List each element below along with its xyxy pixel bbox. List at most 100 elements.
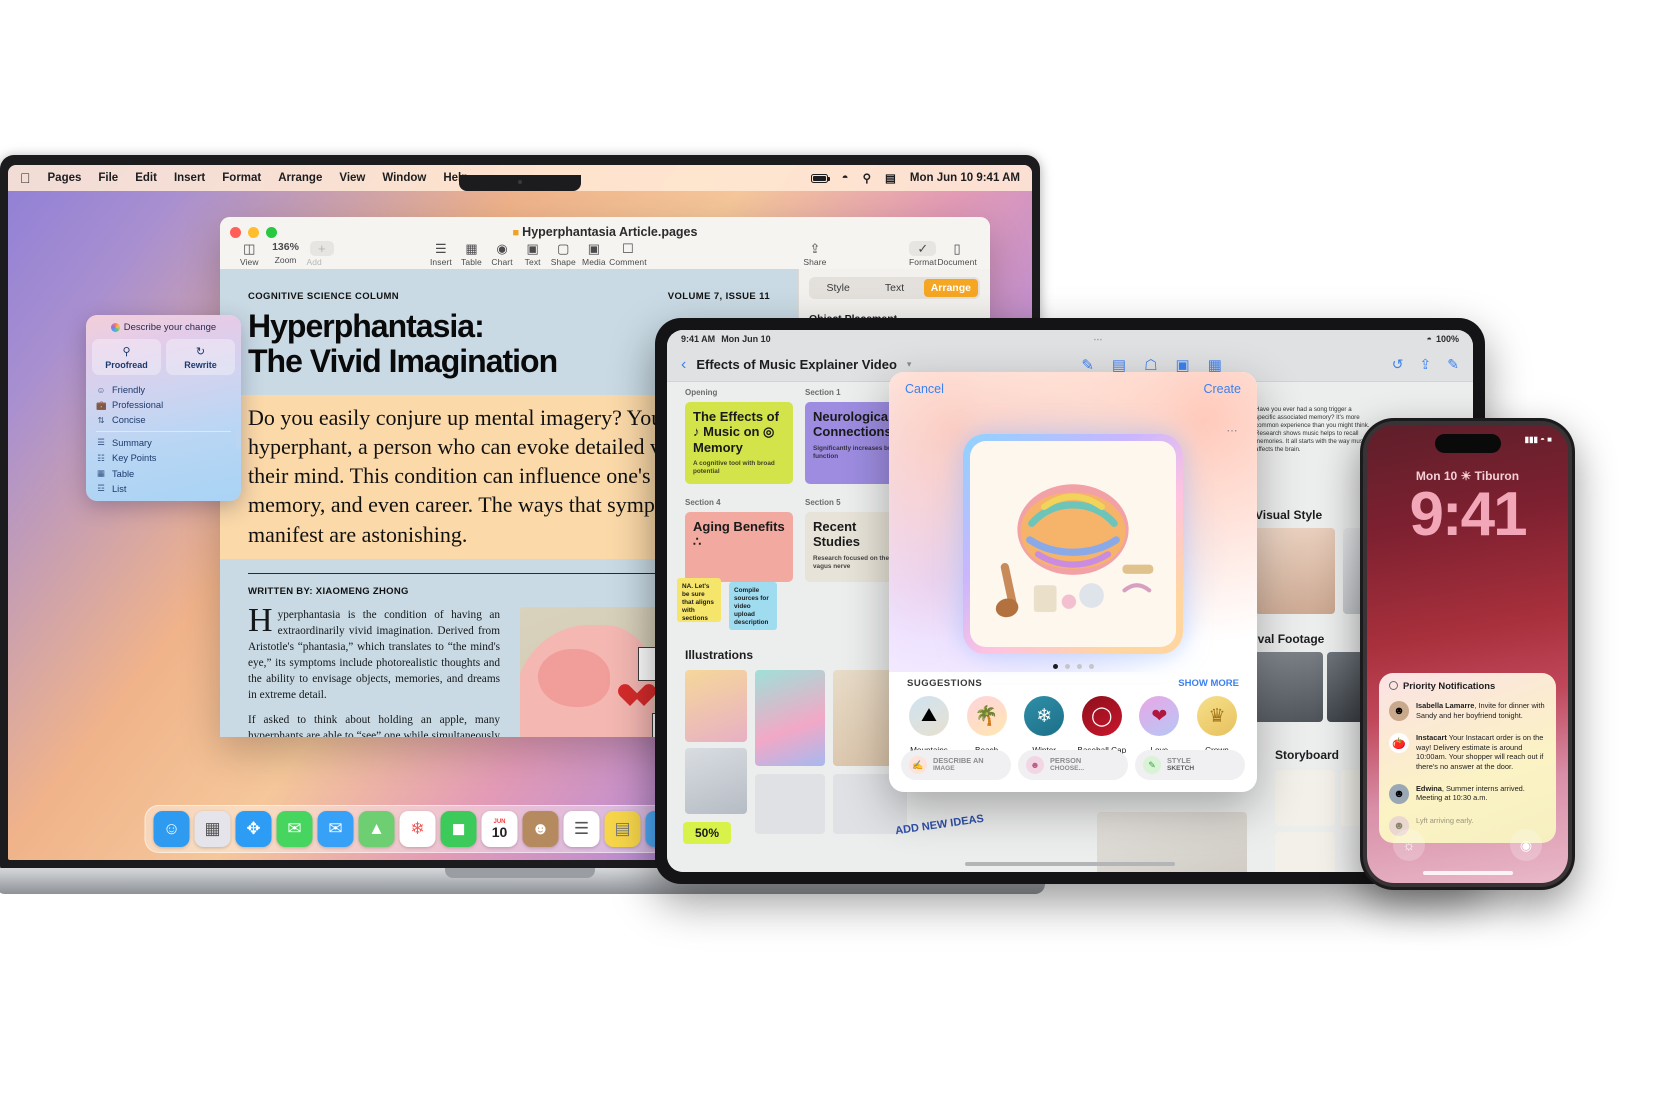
suggestion-winter[interactable]: ❄ Winter — [1016, 696, 1072, 758]
pages-toolbar[interactable]: ◫ View 136% Zoom + Add Page — [220, 241, 990, 278]
playground-option-pills[interactable]: ✍ DESCRIBE AN IMAGE ☻ PERSON CHOOSE... ✎… — [901, 750, 1245, 780]
ipad-zoom-pill[interactable]: 50% — [683, 822, 732, 844]
menu-format[interactable]: Format — [222, 172, 261, 184]
chevron-left-icon[interactable]: ‹ — [681, 356, 686, 373]
pen-icon[interactable]: ✎ — [1081, 356, 1094, 374]
toolbar-view-button[interactable]: ◫ View — [234, 241, 265, 268]
control-center-icon[interactable]: ▤ — [885, 171, 896, 185]
writing-tools-item-friendly[interactable]: ☺ Friendly — [86, 383, 241, 397]
board-thumb-visual-1[interactable] — [1255, 528, 1335, 614]
priority-notifications-stack[interactable]: Priority Notifications ☻ Isabella Lamarr… — [1379, 673, 1556, 843]
notification-row[interactable]: ☻ Edwina, Summer interns arrived. Meetin… — [1379, 779, 1556, 811]
tab-style[interactable]: Style — [811, 279, 865, 297]
ipad-tool-cluster[interactable]: ✎ ▤ ☖ ▣ ▦ — [921, 356, 1381, 374]
board-thumb-story-3[interactable] — [1275, 832, 1335, 872]
menu-arrange[interactable]: Arrange — [278, 172, 322, 184]
create-button[interactable]: Create — [1203, 382, 1241, 396]
writing-tools-actions[interactable]: ⚲ Proofread ↻ Rewrite — [86, 339, 241, 381]
menu-view[interactable]: View — [339, 172, 365, 184]
writing-tools-popover[interactable]: Describe your change ⚲ Proofread ↻ Rewri… — [86, 315, 241, 501]
lockscreen-bottom-buttons[interactable]: ☼ ◉ — [1367, 829, 1568, 861]
ipad-menu-dots-icon[interactable]: ⋯ — [1093, 334, 1104, 345]
dock-app-calendar[interactable]: JUN 10 — [481, 811, 518, 847]
menubar-clock[interactable]: Mon Jun 10 9:41 AM — [910, 172, 1020, 184]
proofread-button[interactable]: ⚲ Proofread — [92, 339, 161, 375]
dock-app-photos[interactable]: ❄ — [399, 811, 436, 847]
toolbar-comment-button[interactable]: ☐ Comment — [609, 241, 647, 268]
carousel-dot[interactable] — [1088, 664, 1094, 669]
text-box-icon[interactable]: ▣ — [1176, 356, 1190, 374]
dock-app-launchpad[interactable]: ▦ — [194, 811, 231, 847]
menu-file[interactable]: File — [98, 172, 118, 184]
dock-app-contacts[interactable]: ☻ — [522, 811, 559, 847]
writing-tools-item-key-points[interactable]: ☷ Key Points — [86, 451, 241, 466]
board-note-2[interactable]: Compile sources for video upload descrip… — [729, 582, 777, 630]
dock-app-safari[interactable]: ✥ — [235, 811, 272, 847]
suggestion-crown[interactable]: ♛ Crown — [1189, 696, 1245, 758]
writing-tools-header[interactable]: Describe your change — [86, 315, 241, 339]
show-more-button[interactable]: SHOW MORE — [1178, 678, 1239, 689]
tab-arrange[interactable]: Arrange — [923, 279, 978, 297]
image-playground-modal[interactable]: Cancel Create ⋯ SUGGESTIONS SHOW MORE ⛰ … — [889, 372, 1257, 792]
toolbar-media-button[interactable]: ▣ Media — [579, 241, 610, 268]
carousel-dot[interactable] — [1064, 664, 1070, 669]
writing-tools-item-summary[interactable]: ☰ Summary — [86, 435, 241, 450]
dock-app-facetime[interactable]: ◼ — [440, 811, 477, 847]
dock-app-messages[interactable]: ✉ — [276, 811, 313, 847]
toolbar-document-button[interactable]: ▯ Document — [937, 241, 976, 268]
compose-icon[interactable]: ✎ — [1447, 356, 1459, 373]
generated-image-frame[interactable] — [963, 434, 1183, 654]
chevron-down-icon[interactable]: ▾ — [907, 359, 912, 370]
undo-icon[interactable]: ↺ — [1392, 356, 1404, 373]
battery-icon[interactable] — [810, 173, 831, 183]
suggestions-row[interactable]: ⛰ Mountains 🌴 Beach ❄ Winter ◯ Baseball … — [901, 696, 1245, 758]
toolbar-chart-button[interactable]: ◉ Chart — [487, 241, 518, 268]
generated-image[interactable] — [970, 441, 1176, 647]
carousel-dot[interactable] — [1052, 664, 1058, 669]
board-thumb-story-1[interactable] — [1275, 770, 1335, 826]
rewrite-button[interactable]: ↻ Rewrite — [166, 339, 235, 375]
suggestion-beach[interactable]: 🌴 Beach — [959, 696, 1015, 758]
board-card-section4[interactable]: Aging Benefits ∴ — [685, 512, 793, 582]
board-thumb-1[interactable] — [685, 670, 747, 742]
writing-tools-item-concise[interactable]: ⇅ Concise — [86, 413, 241, 428]
dock-app-reminders[interactable]: ☰ — [563, 811, 600, 847]
share-icon[interactable]: ⇪ — [1420, 356, 1432, 373]
ellipsis-icon[interactable]: ⋯ — [1227, 424, 1240, 437]
sticker-icon[interactable]: ☖ — [1144, 356, 1157, 374]
dock-app-mail[interactable]: ✉ — [317, 811, 354, 847]
toolbar-shape-button[interactable]: ▢ Shape — [548, 241, 579, 268]
describe-image-pill[interactable]: ✍ DESCRIBE AN IMAGE — [901, 750, 1011, 780]
menu-window[interactable]: Window — [382, 172, 426, 184]
toolbar-table-button[interactable]: ▦ Table — [456, 241, 487, 268]
board-note-1[interactable]: NA. Let's be sure that aligns with secti… — [677, 578, 721, 622]
modal-top-bar[interactable]: Cancel Create — [889, 372, 1257, 406]
carousel-dot[interactable] — [1076, 664, 1082, 669]
toolbar-zoom-control[interactable]: 136% Zoom — [265, 241, 307, 265]
writing-tools-item-professional[interactable]: 💼 Professional — [86, 397, 241, 412]
dock-app-maps[interactable]: ▲ — [358, 811, 395, 847]
writing-tools-item-table[interactable]: ▦ Table — [86, 466, 241, 481]
flashlight-button[interactable]: ☼ — [1393, 829, 1425, 861]
ipad-doc-title[interactable]: Effects of Music Explainer Video — [696, 357, 897, 372]
menu-edit[interactable]: Edit — [135, 172, 157, 184]
notification-row[interactable]: 🍅 Instacart Your Instacart order is on t… — [1379, 728, 1556, 779]
board-thumb-5[interactable] — [755, 774, 825, 834]
note-icon[interactable]: ▤ — [1112, 356, 1126, 374]
apple-logo-icon[interactable]:  — [20, 171, 31, 185]
search-icon[interactable]: ⚲ — [863, 171, 871, 185]
format-tabs[interactable]: Style Text Arrange — [809, 277, 980, 299]
menu-pages[interactable]: Pages — [48, 172, 82, 184]
zoom-value[interactable]: 136% — [272, 241, 299, 253]
wifi-icon[interactable]: ◓ — [842, 172, 849, 184]
toolbar-format-button[interactable]: ✓ Format — [907, 241, 938, 268]
dock-app-finder[interactable]: ☺ — [153, 811, 190, 847]
cancel-button[interactable]: Cancel — [905, 382, 944, 396]
person-pill[interactable]: ☻ PERSON CHOOSE... — [1018, 750, 1128, 780]
writing-tools-item-list[interactable]: ☲ List — [86, 481, 241, 496]
suggestion-baseball-cap[interactable]: ◯ Baseball Cap — [1074, 696, 1130, 758]
suggestion-mountains[interactable]: ⛰ Mountains — [901, 696, 957, 758]
suggestion-love[interactable]: ❤ Love — [1131, 696, 1187, 758]
media-icon[interactable]: ▦ — [1208, 356, 1222, 374]
toolbar-insert-button[interactable]: ☰ Insert — [426, 241, 457, 268]
